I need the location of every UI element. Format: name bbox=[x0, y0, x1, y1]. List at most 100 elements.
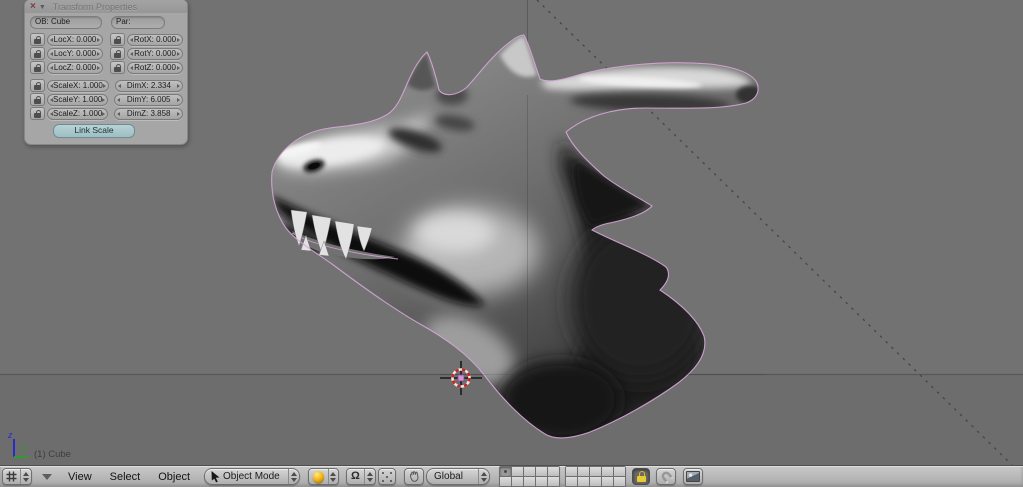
increment-arrow-icon[interactable] bbox=[177, 84, 180, 88]
layer-button-13[interactable] bbox=[524, 477, 535, 486]
menu-select[interactable]: Select bbox=[110, 471, 141, 483]
layer-button-4[interactable] bbox=[536, 467, 547, 476]
mode-dropdown[interactable]: Object Mode bbox=[204, 468, 300, 485]
snap-toggle[interactable] bbox=[656, 468, 676, 485]
locx-field[interactable]: LocX: 0.000 bbox=[47, 34, 103, 46]
lock-locy-button[interactable] bbox=[30, 47, 45, 60]
layer-button-12[interactable] bbox=[512, 477, 523, 486]
layer-button-14[interactable] bbox=[536, 477, 547, 486]
layer-grid-1 bbox=[499, 466, 560, 487]
lock-rotz-button[interactable] bbox=[110, 61, 125, 74]
header-menus-collapse-icon[interactable] bbox=[42, 474, 52, 480]
layer-button-2[interactable] bbox=[512, 467, 523, 476]
pivot-dropdown[interactable]: Ω bbox=[346, 468, 376, 485]
viewport-header: View Select Object Object Mode Ω bbox=[0, 465, 1023, 487]
transform-properties-panel[interactable]: × ▼ Transform Properties OB: Cube Par: L… bbox=[24, 0, 188, 145]
mode-dropdown-label: Object Mode bbox=[223, 471, 288, 482]
scalex-field[interactable]: ScaleX: 1.000 bbox=[47, 80, 109, 92]
layer-button-7[interactable] bbox=[578, 467, 589, 476]
increment-arrow-icon[interactable] bbox=[177, 98, 180, 102]
increment-arrow-icon[interactable] bbox=[177, 66, 180, 70]
lock-scalex-button[interactable] bbox=[30, 79, 45, 92]
layer-button-15[interactable] bbox=[548, 477, 559, 486]
layer-button-9[interactable] bbox=[602, 467, 613, 476]
layer-button-3[interactable] bbox=[524, 467, 535, 476]
layer-button-19[interactable] bbox=[602, 477, 613, 486]
layer-button-16[interactable] bbox=[566, 477, 577, 486]
lock-locz-button[interactable] bbox=[30, 61, 45, 74]
rotx-field[interactable]: RotX: 0.000 bbox=[127, 34, 183, 46]
layer-button-17[interactable] bbox=[578, 477, 589, 486]
manipulator-toggle[interactable] bbox=[404, 468, 424, 485]
increment-arrow-icon[interactable] bbox=[177, 38, 180, 42]
roty-field[interactable]: RotY: 0.000 bbox=[127, 48, 183, 60]
pointer-icon bbox=[210, 470, 221, 483]
close-icon[interactable]: × bbox=[30, 2, 36, 12]
locy-field[interactable]: LocY: 0.000 bbox=[47, 48, 103, 60]
padlock-icon bbox=[114, 50, 121, 58]
rotz-field[interactable]: RotZ: 0.000 bbox=[127, 62, 183, 74]
image-icon bbox=[686, 471, 700, 482]
move-centers-toggle[interactable] bbox=[378, 468, 396, 485]
grid-icon bbox=[5, 470, 18, 483]
scaley-field[interactable]: ScaleY: 1.000 bbox=[47, 94, 108, 106]
layer-button-6[interactable] bbox=[566, 467, 577, 476]
increment-arrow-icon[interactable] bbox=[102, 112, 105, 116]
increment-arrow-icon[interactable] bbox=[102, 98, 105, 102]
mode-dropdown-stepper[interactable] bbox=[288, 469, 299, 484]
viewport-object-info: (1) Cube bbox=[34, 449, 71, 460]
padlock-icon bbox=[114, 64, 121, 72]
increment-arrow-icon[interactable] bbox=[97, 52, 100, 56]
draw-type-stepper[interactable] bbox=[328, 469, 338, 484]
shaded-sphere-icon bbox=[313, 471, 324, 483]
lock-scaley-button[interactable] bbox=[30, 93, 45, 106]
increment-arrow-icon[interactable] bbox=[177, 52, 180, 56]
layer-button-18[interactable] bbox=[590, 477, 601, 486]
pivot-stepper[interactable] bbox=[364, 469, 375, 484]
render-preview-button[interactable] bbox=[683, 468, 703, 485]
link-scale-button[interactable]: Link Scale bbox=[53, 124, 135, 138]
hand-icon bbox=[408, 470, 421, 483]
layer-button-10[interactable] bbox=[614, 467, 625, 476]
object-name-field[interactable]: OB: Cube bbox=[30, 16, 102, 29]
axis-y-label: y bbox=[22, 442, 27, 452]
axis-z-label: z bbox=[8, 430, 13, 440]
padlock-icon bbox=[34, 110, 41, 118]
increment-arrow-icon[interactable] bbox=[177, 112, 180, 116]
layer-button-1[interactable] bbox=[500, 467, 511, 476]
layer-button-20[interactable] bbox=[614, 477, 625, 486]
parent-field[interactable]: Par: bbox=[111, 16, 165, 29]
layer-button-5[interactable] bbox=[548, 467, 559, 476]
editor-type-stepper[interactable] bbox=[20, 469, 31, 484]
rotation-pivot-icon: Ω bbox=[351, 471, 360, 482]
layer-button-11[interactable] bbox=[500, 477, 511, 486]
lock-scalez-button[interactable] bbox=[30, 107, 45, 120]
locz-field[interactable]: LocZ: 0.000 bbox=[47, 62, 103, 74]
lock-layers-toggle[interactable] bbox=[632, 468, 650, 485]
orientation-dropdown[interactable]: Global bbox=[426, 468, 490, 485]
layer-grid-2 bbox=[565, 466, 626, 487]
increment-arrow-icon[interactable] bbox=[97, 38, 100, 42]
menu-view[interactable]: View bbox=[68, 471, 92, 483]
lock-roty-button[interactable] bbox=[110, 47, 125, 60]
dimx-field[interactable]: DimX: 2.334 bbox=[115, 80, 183, 92]
editor-type-button[interactable] bbox=[2, 468, 32, 485]
collapse-triangle-icon[interactable]: ▼ bbox=[39, 4, 46, 11]
padlock-icon bbox=[34, 64, 41, 72]
magnet-icon bbox=[657, 467, 675, 485]
layer-button-8[interactable] bbox=[590, 467, 601, 476]
padlock-icon bbox=[34, 36, 41, 44]
draw-type-button[interactable] bbox=[308, 468, 339, 485]
padlock-icon bbox=[34, 50, 41, 58]
scalez-field[interactable]: ScaleZ: 1.000 bbox=[47, 108, 108, 120]
dimy-field[interactable]: DimY: 6.005 bbox=[114, 94, 183, 106]
menu-object[interactable]: Object bbox=[158, 471, 190, 483]
orientation-stepper[interactable] bbox=[478, 469, 489, 484]
lock-locx-button[interactable] bbox=[30, 33, 45, 46]
dots-icon bbox=[382, 472, 392, 482]
increment-arrow-icon[interactable] bbox=[97, 66, 100, 70]
dimz-field[interactable]: DimZ: 3.858 bbox=[114, 108, 183, 120]
lock-rotx-button[interactable] bbox=[110, 33, 125, 46]
panel-header[interactable]: × ▼ Transform Properties bbox=[25, 0, 187, 13]
increment-arrow-icon[interactable] bbox=[103, 84, 106, 88]
